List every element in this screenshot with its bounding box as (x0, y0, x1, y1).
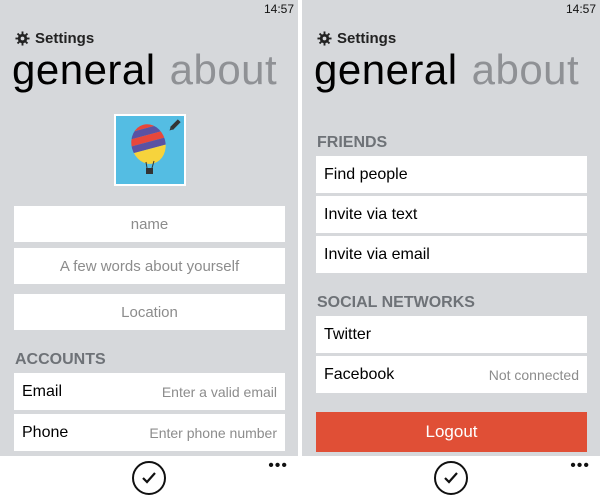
checkmark-icon (444, 472, 458, 484)
pivot-header: general about (314, 44, 579, 96)
checkmark-icon (142, 472, 156, 484)
phone-label: Phone (22, 423, 69, 441)
logout-button[interactable]: Logout (316, 412, 587, 452)
app-bar: ••• (302, 456, 600, 500)
name-field[interactable]: name (14, 206, 285, 242)
accounts-header: ACCOUNTS (15, 351, 106, 368)
email-value[interactable]: Enter a valid email (162, 384, 277, 400)
app-bar: ••• (0, 456, 298, 500)
confirm-button[interactable] (132, 461, 166, 495)
pivot-tab-about[interactable]: about (170, 46, 278, 93)
facebook-row[interactable]: Facebook Not connected (316, 356, 587, 393)
avatar[interactable] (114, 114, 186, 186)
status-time: 14:57 (565, 2, 596, 16)
twitter-row[interactable]: Twitter (316, 316, 587, 353)
invite-email-label: Invite via email (324, 245, 430, 263)
pivot-header: general about (12, 44, 277, 96)
email-row[interactable]: Email Enter a valid email (14, 373, 285, 410)
email-label: Email (22, 382, 63, 400)
general-screen: 14:57 Settings general about name A few … (0, 0, 298, 500)
invite-text-label: Invite via text (324, 205, 418, 223)
about-field[interactable]: A few words about yourself (14, 248, 285, 284)
status-time: 14:57 (263, 2, 294, 16)
invite-email-row[interactable]: Invite via email (316, 236, 587, 273)
facebook-status: Not connected (488, 366, 579, 383)
status-bar: 14:57 (0, 0, 298, 18)
find-people-label: Find people (324, 165, 408, 183)
location-field[interactable]: Location (14, 294, 285, 330)
phone-value[interactable]: Enter phone number (149, 425, 277, 441)
phone-row[interactable]: Phone Enter phone number (14, 414, 285, 451)
social-networks-header: SOCIAL NETWORKS (317, 294, 475, 311)
pencil-icon[interactable] (168, 118, 182, 132)
facebook-label: Facebook (324, 365, 395, 383)
more-button[interactable]: ••• (570, 458, 590, 474)
friends-header: FRIENDS (317, 134, 388, 151)
find-people-row[interactable]: Find people (316, 156, 587, 193)
more-button[interactable]: ••• (268, 458, 288, 474)
pivot-tab-about[interactable]: about (472, 46, 580, 93)
pivot-tab-general[interactable]: general (12, 46, 156, 93)
about-screen: 14:57 Settings general about FRIENDS Find… (302, 0, 600, 500)
invite-text-row[interactable]: Invite via text (316, 196, 587, 233)
twitter-label: Twitter (324, 325, 372, 343)
confirm-button[interactable] (434, 461, 468, 495)
status-bar: 14:57 (302, 0, 600, 18)
pivot-tab-general[interactable]: general (314, 46, 458, 93)
